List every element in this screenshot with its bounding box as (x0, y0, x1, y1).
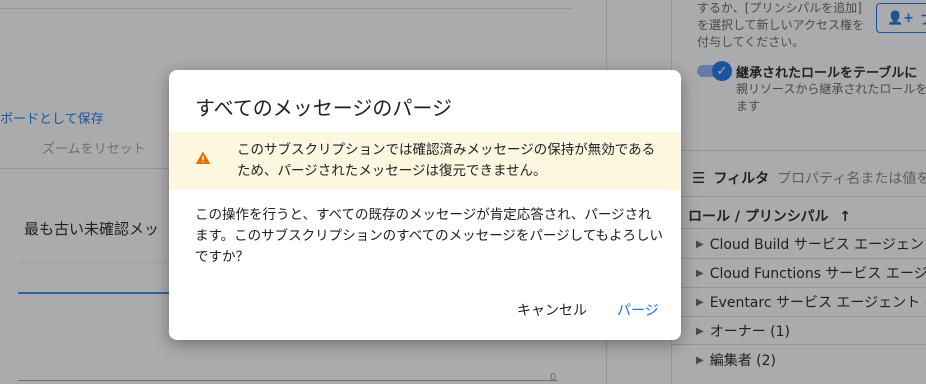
warning-icon (195, 151, 211, 164)
warning-text: このサブスクリプションでは確認済みメッセージの保持が無効であるため、パージされた… (237, 142, 656, 179)
dialog-body-text: この操作を行うと、すべての既存のメッセージが肯定応答され、パージされます。このサ… (195, 207, 664, 265)
purge-messages-dialog: すべてのメッセージのパージ このサブスクリプションでは確認済みメッセージの保持が… (169, 70, 681, 340)
purge-button[interactable]: パージ (617, 300, 659, 320)
dialog-title: すべてのメッセージのパージ (195, 96, 452, 120)
cancel-button[interactable]: キャンセル (517, 300, 587, 320)
warning-banner: このサブスクリプションでは確認済みメッセージの保持が無効であるため、パージされた… (169, 132, 681, 190)
